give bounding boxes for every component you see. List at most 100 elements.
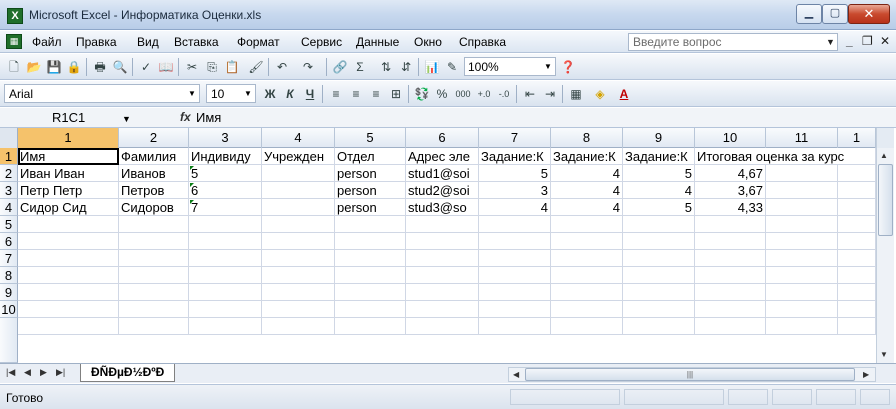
- cell[interactable]: [262, 301, 335, 318]
- cell[interactable]: 4: [551, 182, 623, 199]
- document-icon[interactable]: ▦: [6, 34, 22, 49]
- cell[interactable]: [262, 165, 335, 182]
- menu-insert[interactable]: Вставка: [174, 35, 219, 49]
- cell[interactable]: [838, 233, 876, 250]
- minimize-button[interactable]: ▁: [796, 4, 822, 24]
- sheet-tab[interactable]: ÐÑÐµÐ½ÐºÐ: [80, 364, 176, 382]
- column-header[interactable]: 5: [335, 128, 406, 148]
- decrease-indent-icon[interactable]: ⇤: [522, 86, 538, 102]
- cell[interactable]: [189, 267, 262, 284]
- cell[interactable]: [335, 233, 406, 250]
- cell[interactable]: [335, 216, 406, 233]
- split-box[interactable]: [876, 128, 894, 148]
- cell[interactable]: [406, 284, 479, 301]
- cell[interactable]: person: [335, 165, 406, 182]
- cell[interactable]: stud1@soi: [406, 165, 479, 182]
- column-header[interactable]: 2: [119, 128, 189, 148]
- cell[interactable]: 4,67: [695, 165, 766, 182]
- cell[interactable]: [766, 301, 838, 318]
- doc-restore-icon[interactable]: ❐: [862, 34, 873, 48]
- horizontal-scrollbar[interactable]: ◀ ||| ▶: [508, 367, 876, 382]
- fill-color-icon[interactable]: ◈: [592, 86, 608, 102]
- scroll-up-icon[interactable]: ▲: [880, 151, 888, 160]
- cell[interactable]: [766, 182, 838, 199]
- cell[interactable]: Задание:К: [623, 148, 695, 165]
- cell[interactable]: [262, 182, 335, 199]
- copy-icon[interactable]: ⎘: [204, 59, 220, 75]
- row-header[interactable]: 5: [0, 216, 18, 233]
- borders-icon[interactable]: ▦: [568, 86, 584, 102]
- row-header[interactable]: 8: [0, 267, 18, 284]
- cell[interactable]: Адрес эле: [406, 148, 479, 165]
- underline-icon[interactable]: Ч: [302, 86, 318, 102]
- chevron-down-icon[interactable]: ▼: [826, 37, 835, 47]
- cell[interactable]: Итоговая оценка за курс: [695, 148, 876, 165]
- cell[interactable]: [262, 284, 335, 301]
- cell[interactable]: [479, 267, 551, 284]
- menu-format[interactable]: Формат: [237, 35, 280, 49]
- cell[interactable]: [838, 250, 876, 267]
- cell[interactable]: [479, 318, 551, 335]
- cell[interactable]: [551, 250, 623, 267]
- column-header[interactable]: 6: [406, 128, 479, 148]
- column-header[interactable]: 9: [623, 128, 695, 148]
- cell[interactable]: [18, 250, 119, 267]
- cell[interactable]: stud2@soi: [406, 182, 479, 199]
- scroll-left-icon[interactable]: ◀: [513, 368, 519, 381]
- vertical-scrollbar[interactable]: ▲ ▼: [876, 148, 894, 363]
- redo-icon[interactable]: ↷: [300, 59, 316, 75]
- cell[interactable]: [18, 318, 119, 335]
- column-header[interactable]: 4: [262, 128, 335, 148]
- cell[interactable]: [838, 301, 876, 318]
- cell[interactable]: [119, 233, 189, 250]
- cell[interactable]: [262, 318, 335, 335]
- help-icon[interactable]: ❓: [560, 59, 576, 75]
- cell[interactable]: [18, 284, 119, 301]
- cell[interactable]: 4: [551, 199, 623, 216]
- cell[interactable]: person: [335, 199, 406, 216]
- cell[interactable]: 3: [479, 182, 551, 199]
- cell[interactable]: [406, 267, 479, 284]
- column-header[interactable]: 3: [189, 128, 262, 148]
- cell[interactable]: 4: [623, 182, 695, 199]
- cell[interactable]: [551, 284, 623, 301]
- row-header[interactable]: 6: [0, 233, 18, 250]
- cell[interactable]: [406, 301, 479, 318]
- cell[interactable]: [695, 233, 766, 250]
- cell[interactable]: [406, 318, 479, 335]
- cell[interactable]: [262, 199, 335, 216]
- row-header[interactable]: 3: [0, 182, 18, 199]
- cell[interactable]: [18, 233, 119, 250]
- undo-icon[interactable]: ↶: [274, 59, 290, 75]
- cell[interactable]: [695, 301, 766, 318]
- merge-center-icon[interactable]: ⊞: [388, 86, 404, 102]
- cell[interactable]: [766, 199, 838, 216]
- font-select[interactable]: Arial: [4, 84, 200, 103]
- cell[interactable]: [623, 318, 695, 335]
- cell[interactable]: 7: [189, 199, 262, 216]
- excel-app-icon[interactable]: X: [7, 8, 23, 24]
- cell[interactable]: [18, 267, 119, 284]
- thousands-icon[interactable]: 000: [452, 86, 474, 102]
- save-icon[interactable]: 💾: [46, 59, 62, 75]
- menu-view[interactable]: Вид: [137, 35, 159, 49]
- column-header[interactable]: 7: [479, 128, 551, 148]
- cell[interactable]: [335, 301, 406, 318]
- italic-icon[interactable]: К: [282, 86, 298, 102]
- cell[interactable]: [406, 216, 479, 233]
- row-header[interactable]: 4: [0, 199, 18, 216]
- cell[interactable]: [119, 301, 189, 318]
- align-left-icon[interactable]: ≡: [328, 86, 344, 102]
- cell[interactable]: Задание:К: [479, 148, 551, 165]
- cell[interactable]: [766, 250, 838, 267]
- align-center-icon[interactable]: ≡: [348, 86, 364, 102]
- cell[interactable]: [189, 301, 262, 318]
- cell[interactable]: [262, 267, 335, 284]
- cell[interactable]: 4,33: [695, 199, 766, 216]
- cell[interactable]: 5: [623, 165, 695, 182]
- sort-ascending-icon[interactable]: ⇅: [378, 59, 394, 75]
- cell[interactable]: [623, 301, 695, 318]
- decrease-decimal-icon[interactable]: -.0: [496, 86, 512, 102]
- cell[interactable]: [838, 182, 876, 199]
- spreadsheet-grid[interactable]: 1 2 3 4 5 6 7 8 9 10 Имя Фамилия Индивид…: [0, 148, 876, 363]
